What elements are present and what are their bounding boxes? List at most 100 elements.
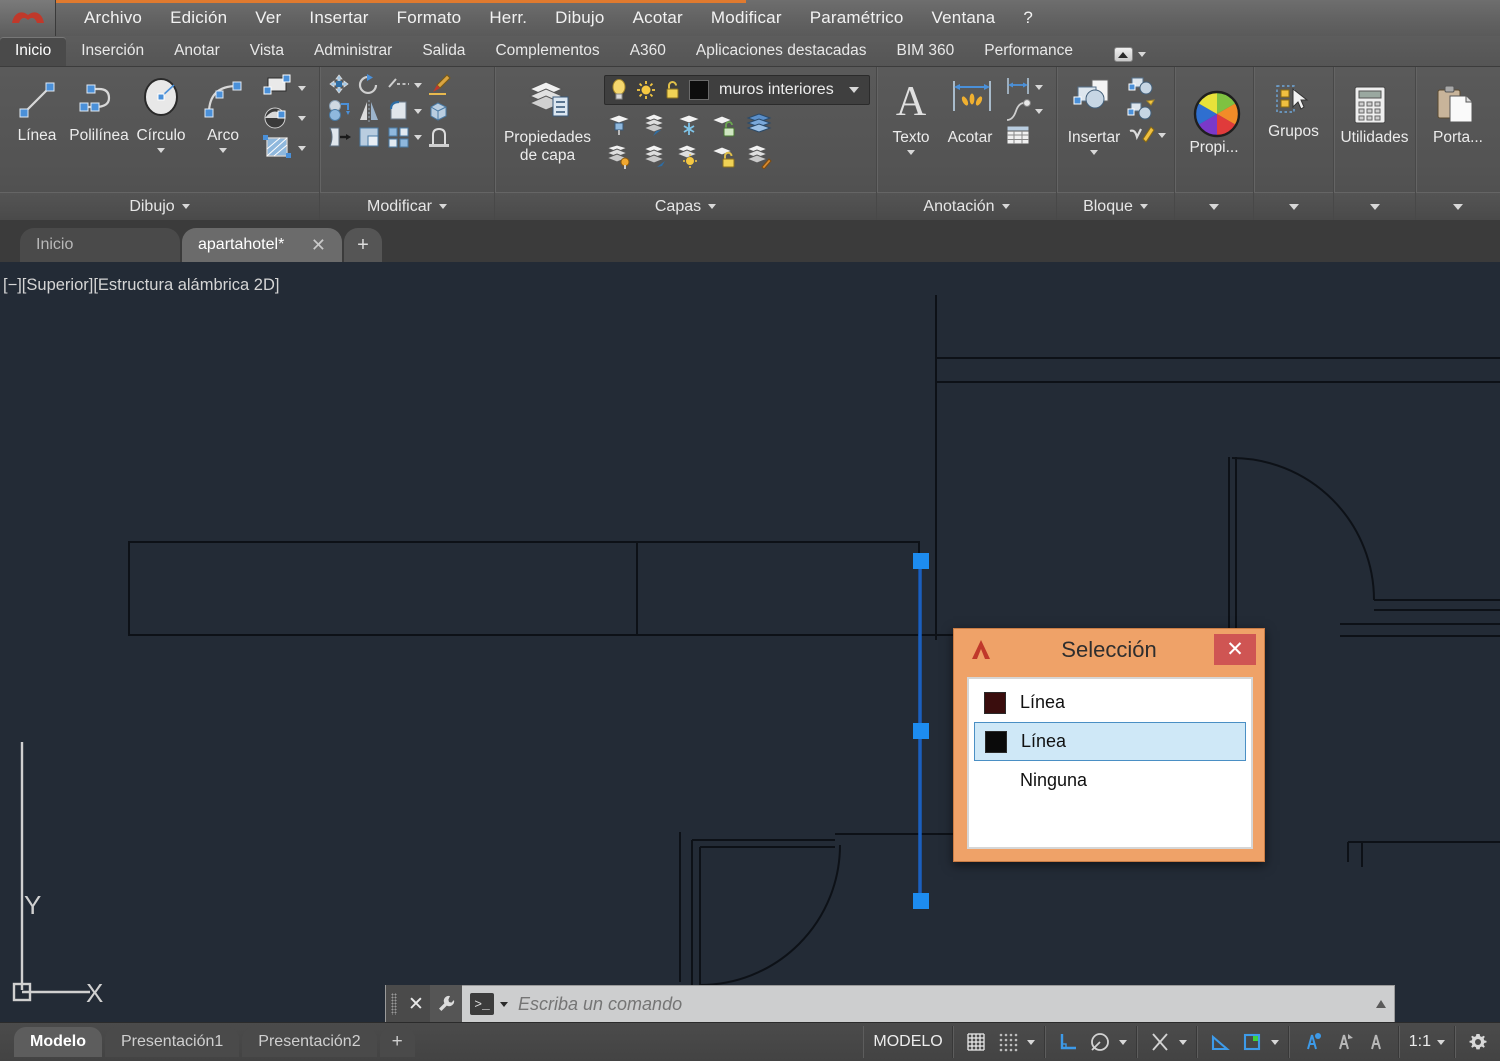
tool-linea[interactable]: Línea bbox=[6, 71, 68, 145]
dynamic-ucs-icon[interactable] bbox=[1239, 1029, 1265, 1055]
menu-ver[interactable]: Ver bbox=[241, 5, 295, 31]
panel-portapapeles-title[interactable] bbox=[1416, 192, 1500, 220]
list-item[interactable]: Línea bbox=[974, 722, 1246, 761]
chevron-down-icon[interactable] bbox=[1453, 203, 1463, 210]
command-line-tools-button[interactable] bbox=[430, 985, 462, 1023]
command-input[interactable] bbox=[508, 993, 1368, 1015]
tool-portapapeles[interactable]: Porta... bbox=[1422, 81, 1494, 147]
menu-parametrico[interactable]: Paramétrico bbox=[796, 5, 918, 31]
tool-sombreado[interactable] bbox=[260, 103, 294, 133]
dialog-close-button[interactable]: ✕ bbox=[1214, 634, 1256, 665]
menu-ayuda[interactable]: ? bbox=[1009, 5, 1047, 31]
command-history-expand[interactable] bbox=[1368, 985, 1394, 1023]
panel-capas-title[interactable]: Capas bbox=[495, 192, 876, 220]
tab-bim360[interactable]: BIM 360 bbox=[882, 37, 970, 66]
tool-rectangulo[interactable] bbox=[260, 73, 294, 103]
command-line[interactable]: ✕ >_ bbox=[385, 985, 1395, 1023]
tool-matriz-3d[interactable] bbox=[426, 99, 452, 123]
menu-dibujo[interactable]: Dibujo bbox=[541, 5, 618, 31]
new-document-tab-button[interactable]: + bbox=[344, 228, 382, 262]
doc-tab-apartahotel[interactable]: apartahotel* ✕ bbox=[182, 228, 342, 262]
tab-performance[interactable]: Performance bbox=[969, 37, 1088, 66]
seleccion-dialog[interactable]: Selección ✕ Línea Línea Ninguna bbox=[953, 628, 1265, 862]
tool-descomponer[interactable] bbox=[426, 125, 452, 149]
tool-tabla[interactable] bbox=[1003, 123, 1030, 147]
list-item[interactable]: Línea bbox=[974, 683, 1246, 722]
tab-insercion[interactable]: Inserción bbox=[66, 37, 159, 66]
tool-layer-thaw[interactable] bbox=[674, 143, 704, 169]
tool-estirar[interactable] bbox=[326, 125, 352, 149]
tab-salida[interactable]: Salida bbox=[407, 37, 480, 66]
tab-aplicaciones-destacadas[interactable]: Aplicaciones destacadas bbox=[681, 37, 882, 66]
tool-matriz[interactable] bbox=[386, 125, 412, 149]
unlock-icon[interactable] bbox=[663, 80, 683, 100]
ortho-mode-icon[interactable] bbox=[1055, 1029, 1081, 1055]
tool-propiedades[interactable]: Propi... bbox=[1181, 83, 1247, 157]
tool-layer-lock[interactable] bbox=[709, 143, 739, 169]
menu-archivo[interactable]: Archivo bbox=[70, 5, 156, 31]
tab-complementos[interactable]: Complementos bbox=[480, 37, 614, 66]
chevron-down-icon[interactable] bbox=[219, 148, 227, 153]
tool-polilinea[interactable]: Polilínea bbox=[68, 71, 130, 145]
chevron-down-icon[interactable] bbox=[1118, 1039, 1127, 1045]
layer-color-swatch[interactable] bbox=[689, 80, 709, 100]
customization-button[interactable] bbox=[1455, 1026, 1500, 1058]
object-snap-icon[interactable] bbox=[1147, 1029, 1173, 1055]
chevron-down-icon[interactable] bbox=[414, 108, 422, 114]
panel-anotacion-title[interactable]: Anotación bbox=[877, 192, 1056, 220]
chevron-down-icon[interactable] bbox=[1270, 1039, 1279, 1045]
chevron-down-icon[interactable] bbox=[1178, 1039, 1187, 1045]
menu-edicion[interactable]: Edición bbox=[156, 5, 241, 31]
tool-texto[interactable]: A Texto bbox=[883, 73, 939, 155]
tool-propiedades-de-capa[interactable]: Propiedades de capa bbox=[501, 71, 594, 165]
panel-utilidades-title[interactable] bbox=[1334, 192, 1415, 220]
tool-insertar-bloque[interactable]: Insertar bbox=[1063, 73, 1125, 155]
panel-propiedades-title[interactable] bbox=[1175, 192, 1253, 220]
panel-bloque-title[interactable]: Bloque bbox=[1057, 192, 1174, 220]
polar-tracking-icon[interactable] bbox=[1087, 1029, 1113, 1055]
chevron-down-icon[interactable] bbox=[1035, 108, 1043, 114]
tool-escala[interactable] bbox=[356, 125, 382, 149]
menu-insertar[interactable]: Insertar bbox=[295, 5, 382, 31]
chevron-down-icon[interactable] bbox=[500, 1001, 508, 1007]
command-line-drag-handle[interactable] bbox=[386, 985, 402, 1023]
tool-copiar[interactable] bbox=[326, 99, 352, 123]
tool-editar-bloque[interactable] bbox=[1127, 99, 1155, 123]
panel-grupos-title[interactable] bbox=[1254, 192, 1333, 220]
tool-layer-freeze[interactable] bbox=[674, 112, 704, 138]
annotation-autoscale-icon[interactable] bbox=[1331, 1029, 1357, 1055]
drawing-viewport[interactable]: [−][Superior][Estructura alámbrica 2D] Y… bbox=[0, 262, 1500, 1022]
chevron-down-icon[interactable] bbox=[1137, 52, 1146, 57]
menu-modificar[interactable]: Modificar bbox=[697, 5, 796, 31]
ribbon-minimize-control[interactable] bbox=[1113, 47, 1146, 66]
menu-acotar[interactable]: Acotar bbox=[619, 5, 697, 31]
lightbulb-on-icon[interactable] bbox=[609, 79, 629, 101]
chevron-down-icon[interactable] bbox=[1369, 203, 1380, 210]
tool-crear-bloque[interactable] bbox=[1127, 75, 1153, 99]
chevron-down-icon[interactable] bbox=[708, 204, 717, 209]
chevron-down-icon[interactable] bbox=[414, 134, 422, 140]
tool-estilo-cota[interactable] bbox=[1003, 75, 1029, 99]
panel-modificar-title[interactable]: Modificar bbox=[320, 192, 494, 220]
tool-acotar[interactable]: Acotar bbox=[939, 73, 1001, 147]
layer-dropdown-arrow[interactable] bbox=[843, 87, 865, 93]
menu-formato[interactable]: Formato bbox=[383, 5, 476, 31]
annotation-scale-icon[interactable] bbox=[1363, 1029, 1389, 1055]
command-prefix-icon[interactable]: >_ bbox=[470, 993, 494, 1015]
chevron-down-icon[interactable] bbox=[1090, 150, 1098, 155]
tool-definir-atributos[interactable] bbox=[1127, 123, 1155, 147]
tool-directriz[interactable] bbox=[1003, 99, 1031, 123]
chevron-down-icon[interactable] bbox=[1288, 203, 1299, 210]
tool-utilidades[interactable]: Utilidades bbox=[1340, 81, 1409, 147]
application-menu-button[interactable] bbox=[0, 0, 56, 36]
tool-recortar[interactable] bbox=[386, 73, 412, 97]
list-item[interactable]: Ninguna bbox=[974, 761, 1246, 800]
tool-simetria[interactable] bbox=[356, 99, 382, 123]
tool-layer-next[interactable] bbox=[639, 143, 669, 169]
chevron-down-icon[interactable] bbox=[1158, 132, 1166, 138]
tool-layer-match[interactable] bbox=[744, 143, 774, 169]
tool-layer-unisolate[interactable] bbox=[604, 143, 634, 169]
annotation-visibility-icon[interactable] bbox=[1299, 1029, 1325, 1055]
chevron-down-icon[interactable] bbox=[1139, 204, 1148, 209]
new-layout-button[interactable]: + bbox=[379, 1027, 415, 1057]
